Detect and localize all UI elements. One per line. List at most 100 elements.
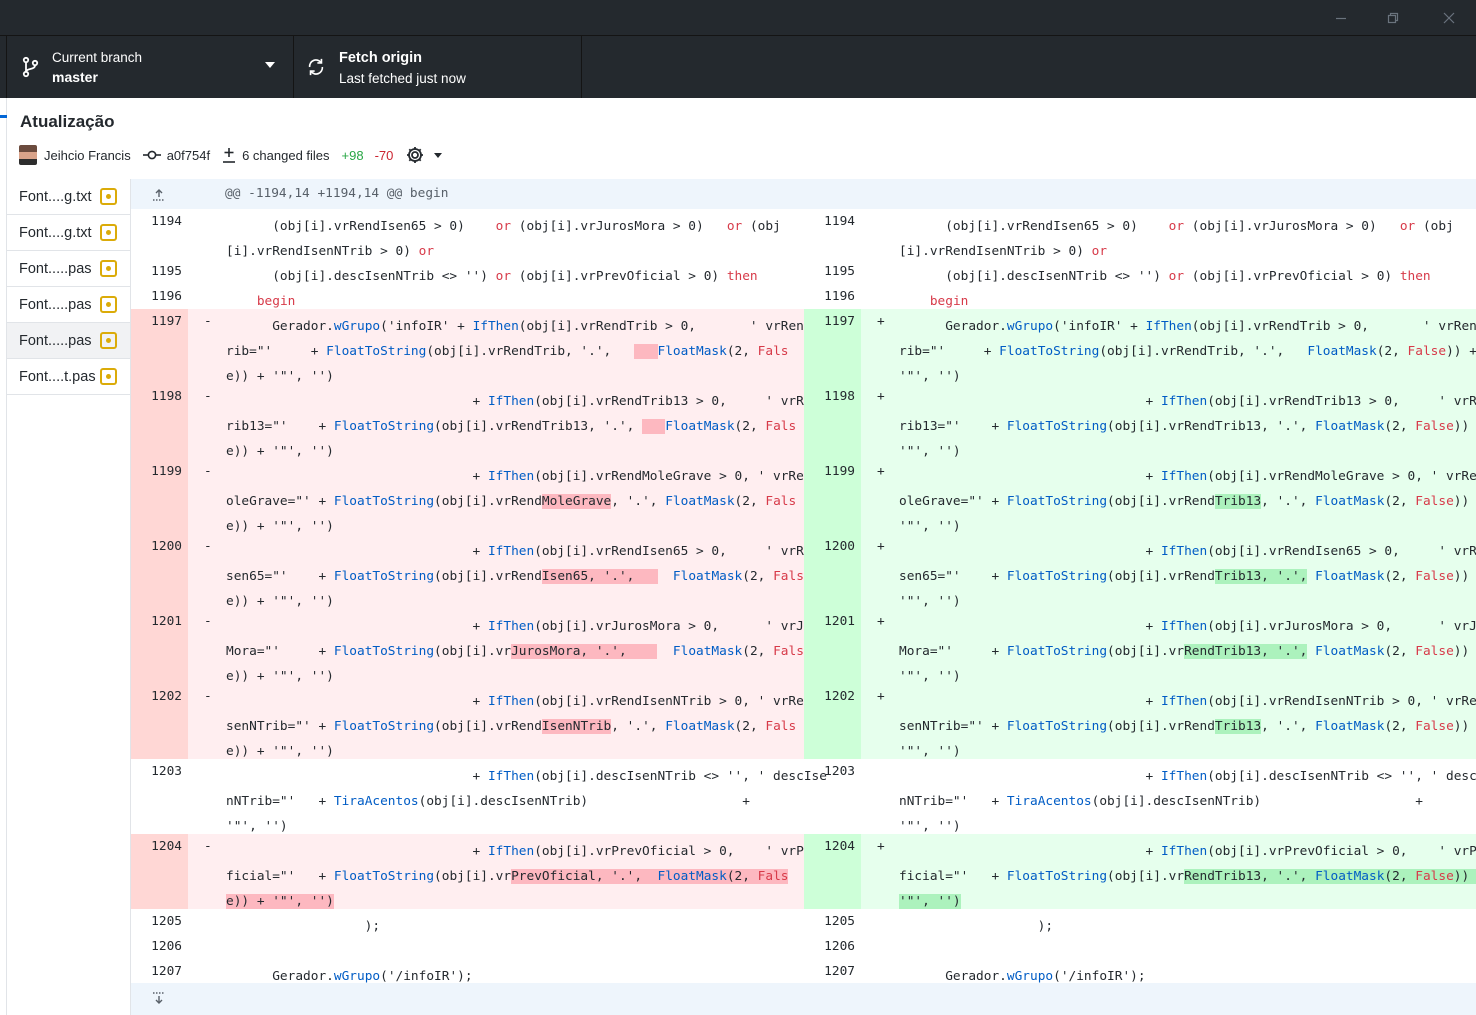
diff-row: 1206 1206 [131,934,1476,959]
code-body[interactable]: + IfThen(obj[i].descIsenNTrib <> '', ' d… [188,759,827,834]
code-body[interactable]: - + IfThen(obj[i].vrRendTrib13 > 0, ' vr… [188,384,835,459]
line-number-gutter: 1203 [804,759,861,834]
current-branch-value: master [52,69,98,85]
author-name: Jeihcio Francis [44,147,131,163]
diff-icon [223,148,236,163]
code-body[interactable]: - + IfThen(obj[i].vrRendIsenNTrib > 0, '… [188,684,827,759]
diff-marker: + [877,539,885,554]
line-number-gutter: 1200 [804,534,861,609]
diff-row: 1197 - Gerador.wGrupo('infoIR' + IfThen(o… [131,309,1476,384]
close-button[interactable] [1426,0,1472,35]
file-item-selected[interactable]: Font.....pas [7,323,130,359]
diff-row: 1196 begin 1196 begin [131,284,1476,309]
code-body[interactable]: (obj[i].vrRendIsen65 > 0) or (obj[i].vrJ… [188,209,804,259]
diff-marker: + [877,389,885,404]
code-body[interactable]: + + IfThen(obj[i].vrJurosMora > 0, ' vrJ… [861,609,1476,684]
file-modified-icon [100,260,117,277]
commit-sha[interactable]: a0f754f [142,148,210,163]
changed-files-text: 6 changed files [242,147,330,163]
code-text: + IfThen(obj[i].vrRendIsenNTrib > 0, ' v… [899,694,1476,759]
code-body[interactable]: - Gerador.wGrupo('infoIR' + IfThen(obj[i… [188,309,819,384]
file-item[interactable]: Font.....pas [7,287,130,323]
gear-icon [407,147,424,163]
commit-meta: Jeihcio Francis a0f754f 6 changed files … [19,144,443,166]
diff-marker: + [877,839,885,854]
line-number: 1201 [151,614,182,629]
diff-row: 1199- + IfThen(obj[i].vrRendMoleGrave > … [131,459,1476,534]
file-item[interactable]: Font....g.txt [7,179,130,215]
diff-row: 1205 ); 1205 ); [131,909,1476,934]
line-number-gutter: 1196 [804,284,861,309]
restore-icon [1387,12,1399,23]
code-body[interactable]: - + IfThen(obj[i].vrRendIsen65 > 0, ' vr… [188,534,835,609]
expand-up-icon[interactable] [151,186,167,202]
code-body[interactable]: - + IfThen(obj[i].vrPrevOficial > 0, ' v… [188,834,835,909]
line-number-gutter: 1198 [131,384,188,459]
code-text: + IfThen(obj[i].descIsenNTrib <> '', ' d… [899,769,1476,834]
line-number: 1201 [824,614,855,629]
additions-count: +98 [341,147,364,163]
file-name: Font.....pas [19,296,92,313]
restore-button[interactable] [1370,0,1416,35]
current-branch-button[interactable]: Current branch master [6,36,294,98]
line-number-gutter: 1202 [131,684,188,759]
line-number-gutter: 1205 [804,909,861,934]
line-number-gutter: 1198 [804,384,861,459]
code-body[interactable]: + + IfThen(obj[i].vrRendIsenNTrib > 0, '… [861,684,1476,759]
right-side-line: 1202 + + IfThen(obj[i].vrRendIsenNTrib > … [804,684,1476,759]
code-body[interactable]: + + IfThen(obj[i].vrPrevOficial > 0, ' v… [861,834,1476,909]
code-text: + IfThen(obj[i].vrPrevOficial > 0, ' vrP… [899,839,1476,914]
code-body[interactable]: + Gerador.wGrupo('infoIR' + IfThen(obj[i… [861,309,1476,384]
code-body[interactable]: - + IfThen(obj[i].vrJurosMora > 0, ' vrJ… [188,609,835,684]
code-text: + IfThen(obj[i].vrRendMoleGrave > 0, ' v… [226,469,827,534]
line-number: 1204 [151,839,182,854]
code-body[interactable]: (obj[i].vrRendIsen65 > 0) or (obj[i].vrJ… [861,209,1476,259]
line-number-gutter: 1203 [131,759,188,834]
line-number: 1205 [151,914,182,929]
code-body[interactable]: ); [861,909,1476,934]
diff-marker: - [204,464,212,479]
diff-marker: - [204,614,212,629]
line-number-gutter: 1204 [131,834,188,909]
code-body[interactable]: (obj[i].descIsenNTrib <> '') or (obj[i].… [861,259,1476,284]
code-body[interactable]: begin [861,284,1476,309]
selection-indicator [0,115,7,118]
code-body[interactable]: begin [188,284,804,309]
code-body[interactable]: + + IfThen(obj[i].vrRendMoleGrave > 0, '… [861,459,1476,534]
diff-view: @@ -1194,14 +1194,14 @@ begin 1194 (obj[… [131,179,1476,1015]
line-number: 1194 [151,214,182,229]
code-body[interactable] [188,934,804,959]
fetch-origin-button[interactable]: Fetch origin Last fetched just now [294,36,582,98]
line-number: 1200 [824,539,855,554]
code-body[interactable]: ); [188,909,804,934]
file-name: Font.....pas [19,332,92,349]
fetch-origin-title: Fetch origin [339,50,422,66]
file-modified-icon [100,224,117,241]
code-body[interactable]: (obj[i].descIsenNTrib <> '') or (obj[i].… [188,259,804,284]
file-item[interactable]: Font....t.pas [7,359,130,395]
code-body[interactable]: - + IfThen(obj[i].vrRendMoleGrave > 0, '… [188,459,827,534]
code-text: + IfThen(obj[i].vrJurosMora > 0, ' vrJur… [226,619,835,684]
line-number: 1203 [824,764,855,779]
left-side-line: 1197 - Gerador.wGrupo('infoIR' + IfThen(o… [131,309,819,384]
avatar [19,145,37,165]
file-item[interactable]: Font.....pas [7,251,130,287]
diff-settings-button[interactable] [405,145,443,165]
line-number-gutter: 1204 [804,834,861,909]
code-body[interactable]: + + IfThen(obj[i].vrRendTrib13 > 0, ' vr… [861,384,1476,459]
minimize-button[interactable] [1318,0,1364,35]
code-body[interactable]: + + IfThen(obj[i].vrRendIsen65 > 0, ' vr… [861,534,1476,609]
line-number-gutter: 1201 [804,609,861,684]
code-body[interactable]: + IfThen(obj[i].descIsenNTrib <> '', ' d… [861,759,1476,834]
line-number-gutter: 1207 [131,959,188,984]
left-side-line: 1207 Gerador.wGrupo('/infoIR'); [131,959,804,984]
line-number-gutter: 1201 [131,609,188,684]
code-body[interactable]: Gerador.wGrupo('/infoIR'); [188,959,804,984]
left-side-line: 1198 - + IfThen(obj[i].vrRendTrib13 > 0, … [131,384,835,459]
code-body[interactable]: Gerador.wGrupo('/infoIR'); [861,959,1476,984]
expand-down-icon[interactable] [151,991,167,1007]
code-body[interactable] [861,934,1476,959]
code-text: + IfThen(obj[i].descIsenNTrib <> '', ' d… [226,769,827,834]
file-item[interactable]: Font....g.txt [7,215,130,251]
line-number: 1194 [824,214,855,229]
